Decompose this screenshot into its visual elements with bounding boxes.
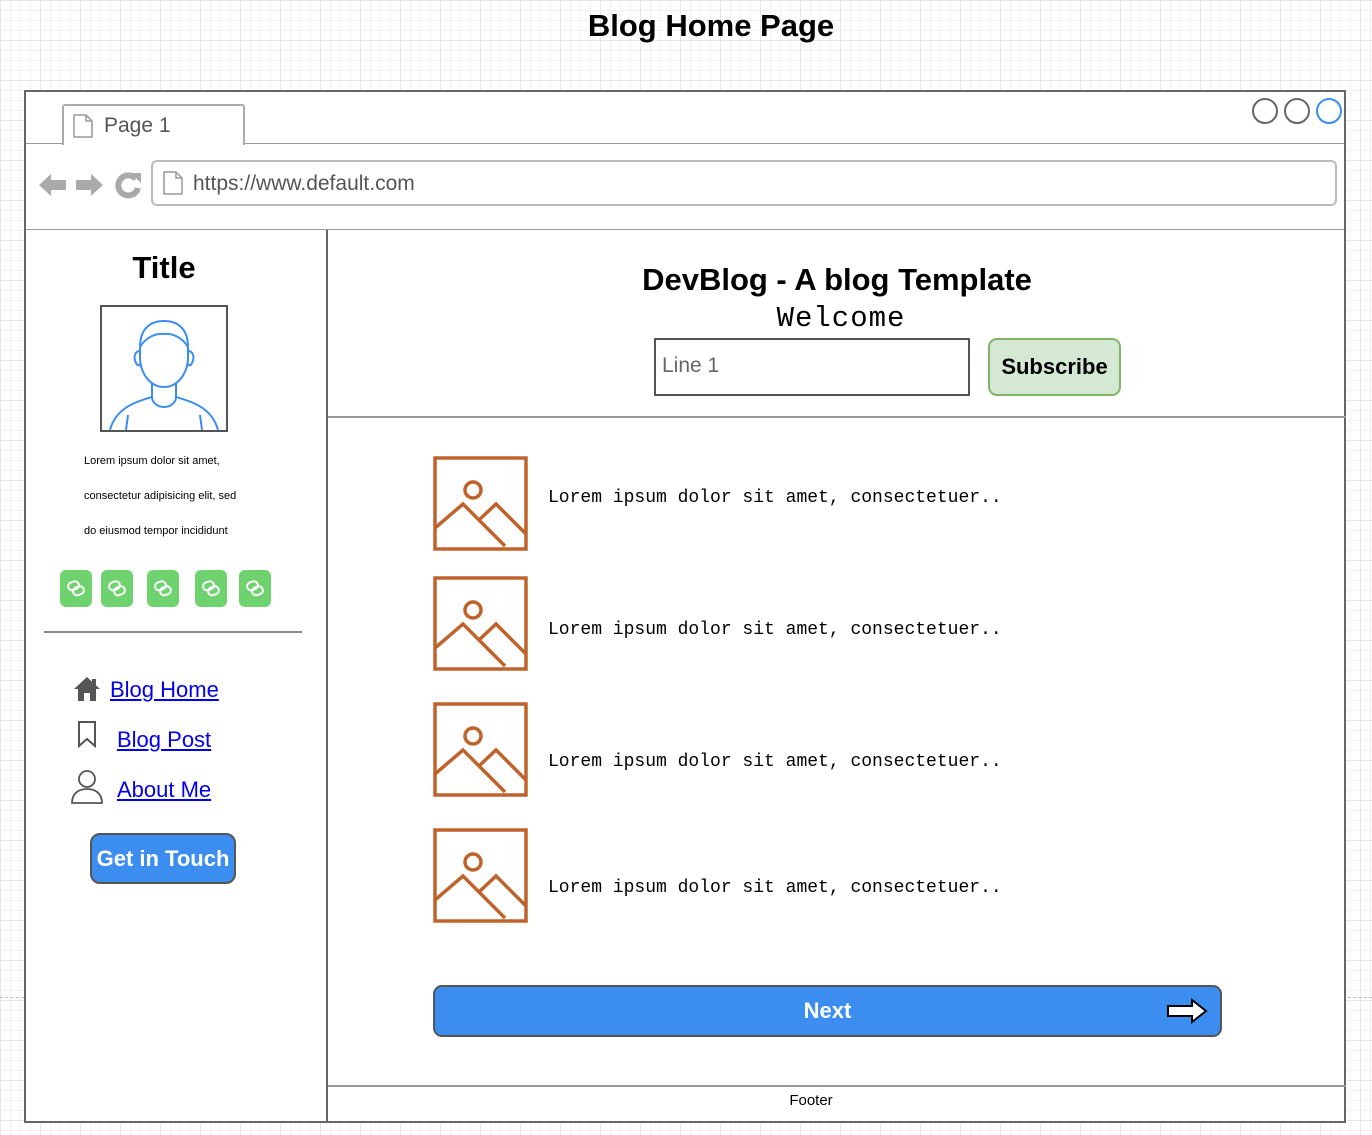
social-link-3[interactable] <box>147 570 179 607</box>
page-heading: Blog Home Page <box>587 8 835 43</box>
link-icon <box>67 580 85 597</box>
post-excerpt-2[interactable]: Lorem ipsum dolor sit amet, consectetuer… <box>548 620 1002 640</box>
tab-bar: Page 1 <box>26 92 1344 145</box>
minimize-circle-icon[interactable] <box>1252 98 1278 124</box>
sidebar-divider <box>44 631 302 633</box>
social-link-1[interactable] <box>60 570 92 607</box>
bio-line-2: consectetur adipisicing elit, sed <box>84 490 237 502</box>
footer: Footer <box>328 1085 1346 1123</box>
get-in-touch-button[interactable]: Get in Touch <box>90 833 236 884</box>
bio-line-3: do eiusmod tempor incididunt <box>84 525 228 537</box>
page-icon <box>163 171 183 195</box>
maximize-circle-icon[interactable] <box>1284 98 1310 124</box>
social-link-5[interactable] <box>239 570 271 607</box>
site-title: DevBlog - A blog Template <box>642 262 1032 297</box>
url-bar[interactable]: https://www.default.com <box>151 160 1337 206</box>
guide-line-right <box>1348 997 1372 998</box>
subscribe-input[interactable]: Line 1 <box>654 338 970 396</box>
post-excerpt-4[interactable]: Lorem ipsum dolor sit amet, consectetuer… <box>548 878 1002 898</box>
main-content: DevBlog - A blog Template Welcome Line 1… <box>328 230 1346 1123</box>
url-text: https://www.default.com <box>193 172 415 195</box>
user-icon <box>71 770 103 804</box>
sidebar-item-blog-home[interactable]: Blog Home <box>110 677 219 703</box>
tab-page-1[interactable]: Page 1 <box>62 104 245 145</box>
next-button[interactable]: Next <box>433 985 1222 1037</box>
next-button-label: Next <box>803 998 852 1023</box>
link-icon <box>108 580 126 597</box>
close-circle-icon[interactable] <box>1316 98 1342 124</box>
link-icon <box>202 580 220 597</box>
document-icon <box>73 114 93 138</box>
back-arrow-icon[interactable] <box>38 170 68 200</box>
sidebar: Title Lorem ipsum dolor sit amet, consec… <box>26 230 328 1123</box>
bio-line-1: Lorem ipsum dolor sit amet, <box>84 455 220 467</box>
welcome-subtitle: Welcome <box>776 302 906 335</box>
sidebar-item-blog-post[interactable]: Blog Post <box>117 727 211 753</box>
home-icon <box>74 677 100 701</box>
forward-arrow-icon[interactable] <box>74 170 104 200</box>
image-placeholder-icon[interactable] <box>433 456 528 551</box>
arrow-right-icon <box>1167 998 1208 1024</box>
post-excerpt-3[interactable]: Lorem ipsum dolor sit amet, consectetuer… <box>548 752 1002 772</box>
link-icon <box>154 580 172 597</box>
tab-label: Page 1 <box>104 114 171 137</box>
image-placeholder-icon[interactable] <box>433 702 528 797</box>
address-bar: https://www.default.com <box>26 144 1344 230</box>
subscribe-button[interactable]: Subscribe <box>988 338 1121 396</box>
sidebar-title: Title <box>132 250 196 285</box>
social-link-2[interactable] <box>101 570 133 607</box>
browser-window: Page 1 https://www.default.com Title Lor… <box>24 90 1346 1123</box>
avatar-person-icon <box>109 319 219 431</box>
social-link-4[interactable] <box>195 570 227 607</box>
footer-text: Footer <box>789 1092 833 1109</box>
guide-line-left <box>0 997 24 998</box>
link-icon <box>246 580 264 597</box>
avatar <box>100 305 228 432</box>
sidebar-item-about-me[interactable]: About Me <box>117 777 211 803</box>
image-placeholder-icon[interactable] <box>433 576 528 671</box>
bookmark-icon <box>78 721 96 748</box>
post-excerpt-1[interactable]: Lorem ipsum dolor sit amet, consectetuer… <box>548 488 1002 508</box>
image-placeholder-icon[interactable] <box>433 828 528 923</box>
refresh-icon[interactable] <box>114 170 142 200</box>
main-header: DevBlog - A blog Template Welcome Line 1… <box>328 230 1346 418</box>
